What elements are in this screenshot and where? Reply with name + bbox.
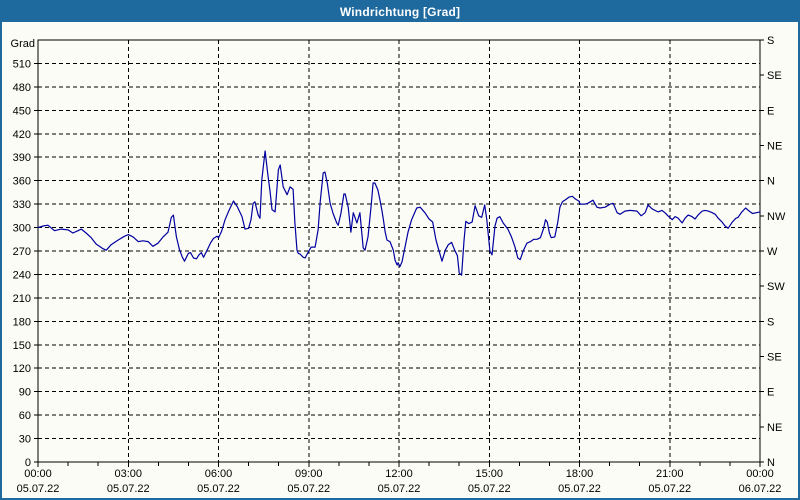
y-left-tick-label: 270 — [13, 246, 31, 258]
x-tick-time-label: 09:00 — [295, 468, 323, 480]
x-tick-date-label: 05.07.22 — [468, 483, 511, 495]
y-right-tick-label: S — [767, 35, 774, 47]
y-left-tick-label: 480 — [13, 82, 31, 94]
gridlines — [38, 40, 760, 462]
y-left-axis-title: Grad — [11, 38, 35, 50]
x-tick-time-label: 18:00 — [566, 468, 594, 480]
wind-direction-chart: 0306090120150180210240270300330360390420… — [11, 35, 786, 495]
y-left-tick-label: 210 — [13, 293, 31, 305]
y-right-tick-label: E — [767, 105, 774, 117]
chart-window: Windrichtung [Grad] 0 30 60 90 120 150 180 210 2… — [0, 0, 800, 500]
y-left-tick-label: 120 — [13, 363, 31, 375]
y-right-tick-label: N — [767, 176, 775, 188]
y-left-tick-label: 300 — [13, 223, 31, 235]
x-tick-time-label: 00:00 — [24, 468, 52, 480]
x-tick-date-label: 06.07.22 — [739, 483, 782, 495]
y-right-tick-label: NE — [767, 141, 782, 153]
y-right-tick-label: SE — [767, 352, 782, 364]
x-tick-date-label: 05.07.22 — [287, 483, 330, 495]
x-tick-time-label: 12:00 — [385, 468, 413, 480]
y-left-tick-label: 240 — [13, 269, 31, 281]
x-tick-date-label: 05.07.22 — [197, 483, 240, 495]
y-left-tick-label: 90 — [19, 387, 31, 399]
y-right-tick-label: SW — [767, 281, 785, 293]
y-left-tick-label: 510 — [13, 58, 31, 70]
x-tick-date-label: 05.07.22 — [648, 483, 691, 495]
y-left-tick-label: 30 — [19, 434, 31, 446]
y-left-tick-label: 390 — [13, 152, 31, 164]
x-tick-time-label: 06:00 — [205, 468, 233, 480]
y-left-tick-label: 180 — [13, 316, 31, 328]
x-tick-date-label: 05.07.22 — [17, 483, 60, 495]
y-left-tick-label: 60 — [19, 410, 31, 422]
x-tick-date-label: 05.07.22 — [558, 483, 601, 495]
chart-area: 0 30 60 90 120 150 180 210 240 270 300 330 360 390 420… — [2, 2, 798, 498]
y-right-tick-label: SE — [767, 70, 782, 82]
x-tick-time-label: 21:00 — [656, 468, 684, 480]
y-left-tick-label: 420 — [13, 129, 31, 141]
y-right-tick-label: W — [767, 246, 778, 258]
x-tick-time-label: 15:00 — [475, 468, 503, 480]
y-right-tick-label: NW — [767, 211, 786, 223]
y-left-tick-label: 450 — [13, 105, 31, 117]
y-right-tick-label: E — [767, 387, 774, 399]
x-tick-time-label: 00:00 — [746, 468, 774, 480]
x-tick-date-label: 05.07.22 — [378, 483, 421, 495]
x-tick-time-label: 03:00 — [114, 468, 142, 480]
y-left-tick-label: 150 — [13, 340, 31, 352]
y-right-tick-label: NE — [767, 422, 782, 434]
y-left-tick-label: 330 — [13, 199, 31, 211]
y-left-tick-label: 360 — [13, 176, 31, 188]
x-tick-date-label: 05.07.22 — [107, 483, 150, 495]
y-right-tick-label: S — [767, 316, 774, 328]
